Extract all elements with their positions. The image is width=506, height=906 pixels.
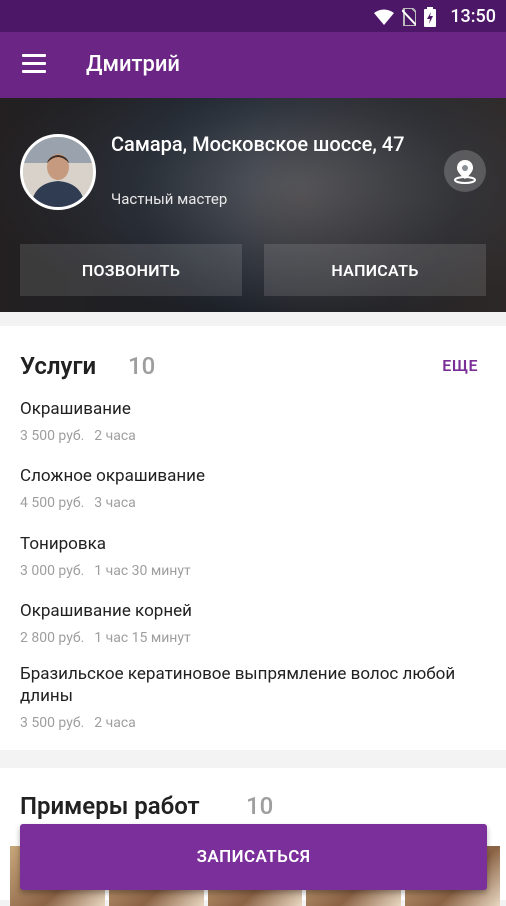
service-name: Бразильское кератиновое выпрямление воло… [20, 664, 456, 706]
wifi-icon [374, 9, 394, 25]
service-price: 3 500 руб. [20, 428, 85, 444]
service-name: Сложное окрашивание [20, 466, 206, 486]
works-count: 10 [246, 792, 274, 820]
menu-icon[interactable] [22, 54, 46, 74]
profile-role: Частный мастер [111, 190, 228, 208]
status-bar: 13:50 [0, 0, 506, 32]
status-icons [374, 7, 436, 27]
service-item[interactable]: Тонировка 3 000 руб. 1 час 30 минут [20, 533, 470, 579]
service-price: 4 500 руб. [20, 495, 85, 511]
map-pin-icon [454, 160, 476, 184]
service-meta: 4 500 руб. 3 часа [20, 495, 470, 511]
service-name: Окрашивание корней [20, 601, 192, 621]
service-price: 3 000 руб. [20, 563, 85, 579]
service-item[interactable]: Окрашивание корней 2 800 руб. 1 час 15 ми… [20, 600, 470, 646]
map-button[interactable] [444, 150, 486, 192]
service-duration: 1 час 15 минут [94, 630, 191, 646]
more-button[interactable]: ЕЩЕ [442, 356, 478, 375]
service-duration: 2 часа [94, 428, 136, 444]
no-sim-icon [402, 8, 416, 26]
status-time: 13:50 [450, 6, 496, 27]
service-item[interactable]: Бразильское кератиновое выпрямление воло… [20, 663, 470, 731]
service-meta: 3 000 руб. 1 час 30 минут [20, 563, 470, 579]
avatar[interactable] [20, 134, 96, 210]
service-duration: 2 часа [94, 715, 136, 731]
service-meta: 3 500 руб. 2 часа [20, 428, 470, 444]
profile-header: Самара, Московское шоссе, 47 Частный мас… [0, 98, 506, 312]
service-name: Тонировка [20, 534, 107, 554]
app-bar: Дмитрий [0, 32, 506, 98]
service-meta: 3 500 руб. 2 часа [20, 715, 470, 731]
service-item[interactable]: Сложное окрашивание 4 500 руб. 3 часа [20, 465, 470, 511]
service-item[interactable]: Окрашивание 3 500 руб. 2 часа [20, 398, 470, 444]
profile-address: Самара, Московское шоссе, 47 [111, 132, 405, 156]
page-title: Дмитрий [86, 52, 180, 77]
write-button[interactable]: НАПИСАТЬ [264, 244, 486, 296]
services-title: Услуги [20, 352, 97, 380]
service-price: 3 500 руб. [20, 715, 85, 731]
services-count: 10 [128, 352, 156, 380]
works-title: Примеры работ [20, 792, 200, 820]
book-button[interactable]: ЗАПИСАТЬСЯ [20, 824, 487, 890]
battery-icon [424, 7, 436, 27]
services-card: Услуги 10 ЕЩЕ Окрашивание 3 500 руб. 2 ча… [0, 326, 506, 750]
service-duration: 3 часа [94, 495, 136, 511]
call-button[interactable]: ПОЗВОНИТЬ [20, 244, 242, 296]
service-meta: 2 800 руб. 1 час 15 минут [20, 630, 470, 646]
service-duration: 1 час 30 минут [94, 563, 191, 579]
service-name: Окрашивание [20, 399, 131, 419]
service-price: 2 800 руб. [20, 630, 85, 646]
